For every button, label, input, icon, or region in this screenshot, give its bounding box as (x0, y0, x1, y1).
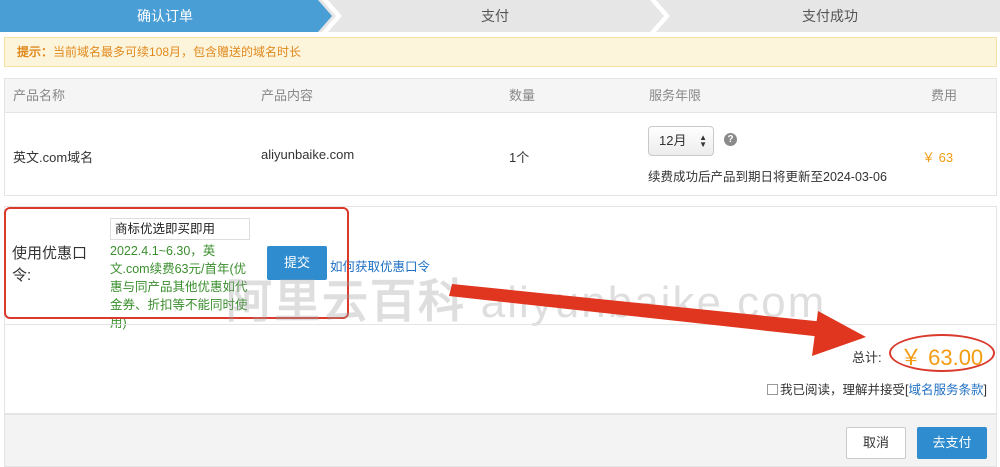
agreement-checkbox[interactable] (767, 384, 778, 395)
agreement-row: 我已阅读，理解并接受[域名服务条款] (767, 379, 987, 398)
domain-terms-link[interactable]: 域名服务条款 (908, 383, 983, 397)
agreement-text: 我已阅读，理解并接受[ (780, 383, 909, 397)
cancel-button[interactable]: 取消 (846, 427, 906, 459)
agreement-close: ] (983, 383, 987, 397)
pay-button[interactable]: 去支付 (917, 427, 987, 459)
